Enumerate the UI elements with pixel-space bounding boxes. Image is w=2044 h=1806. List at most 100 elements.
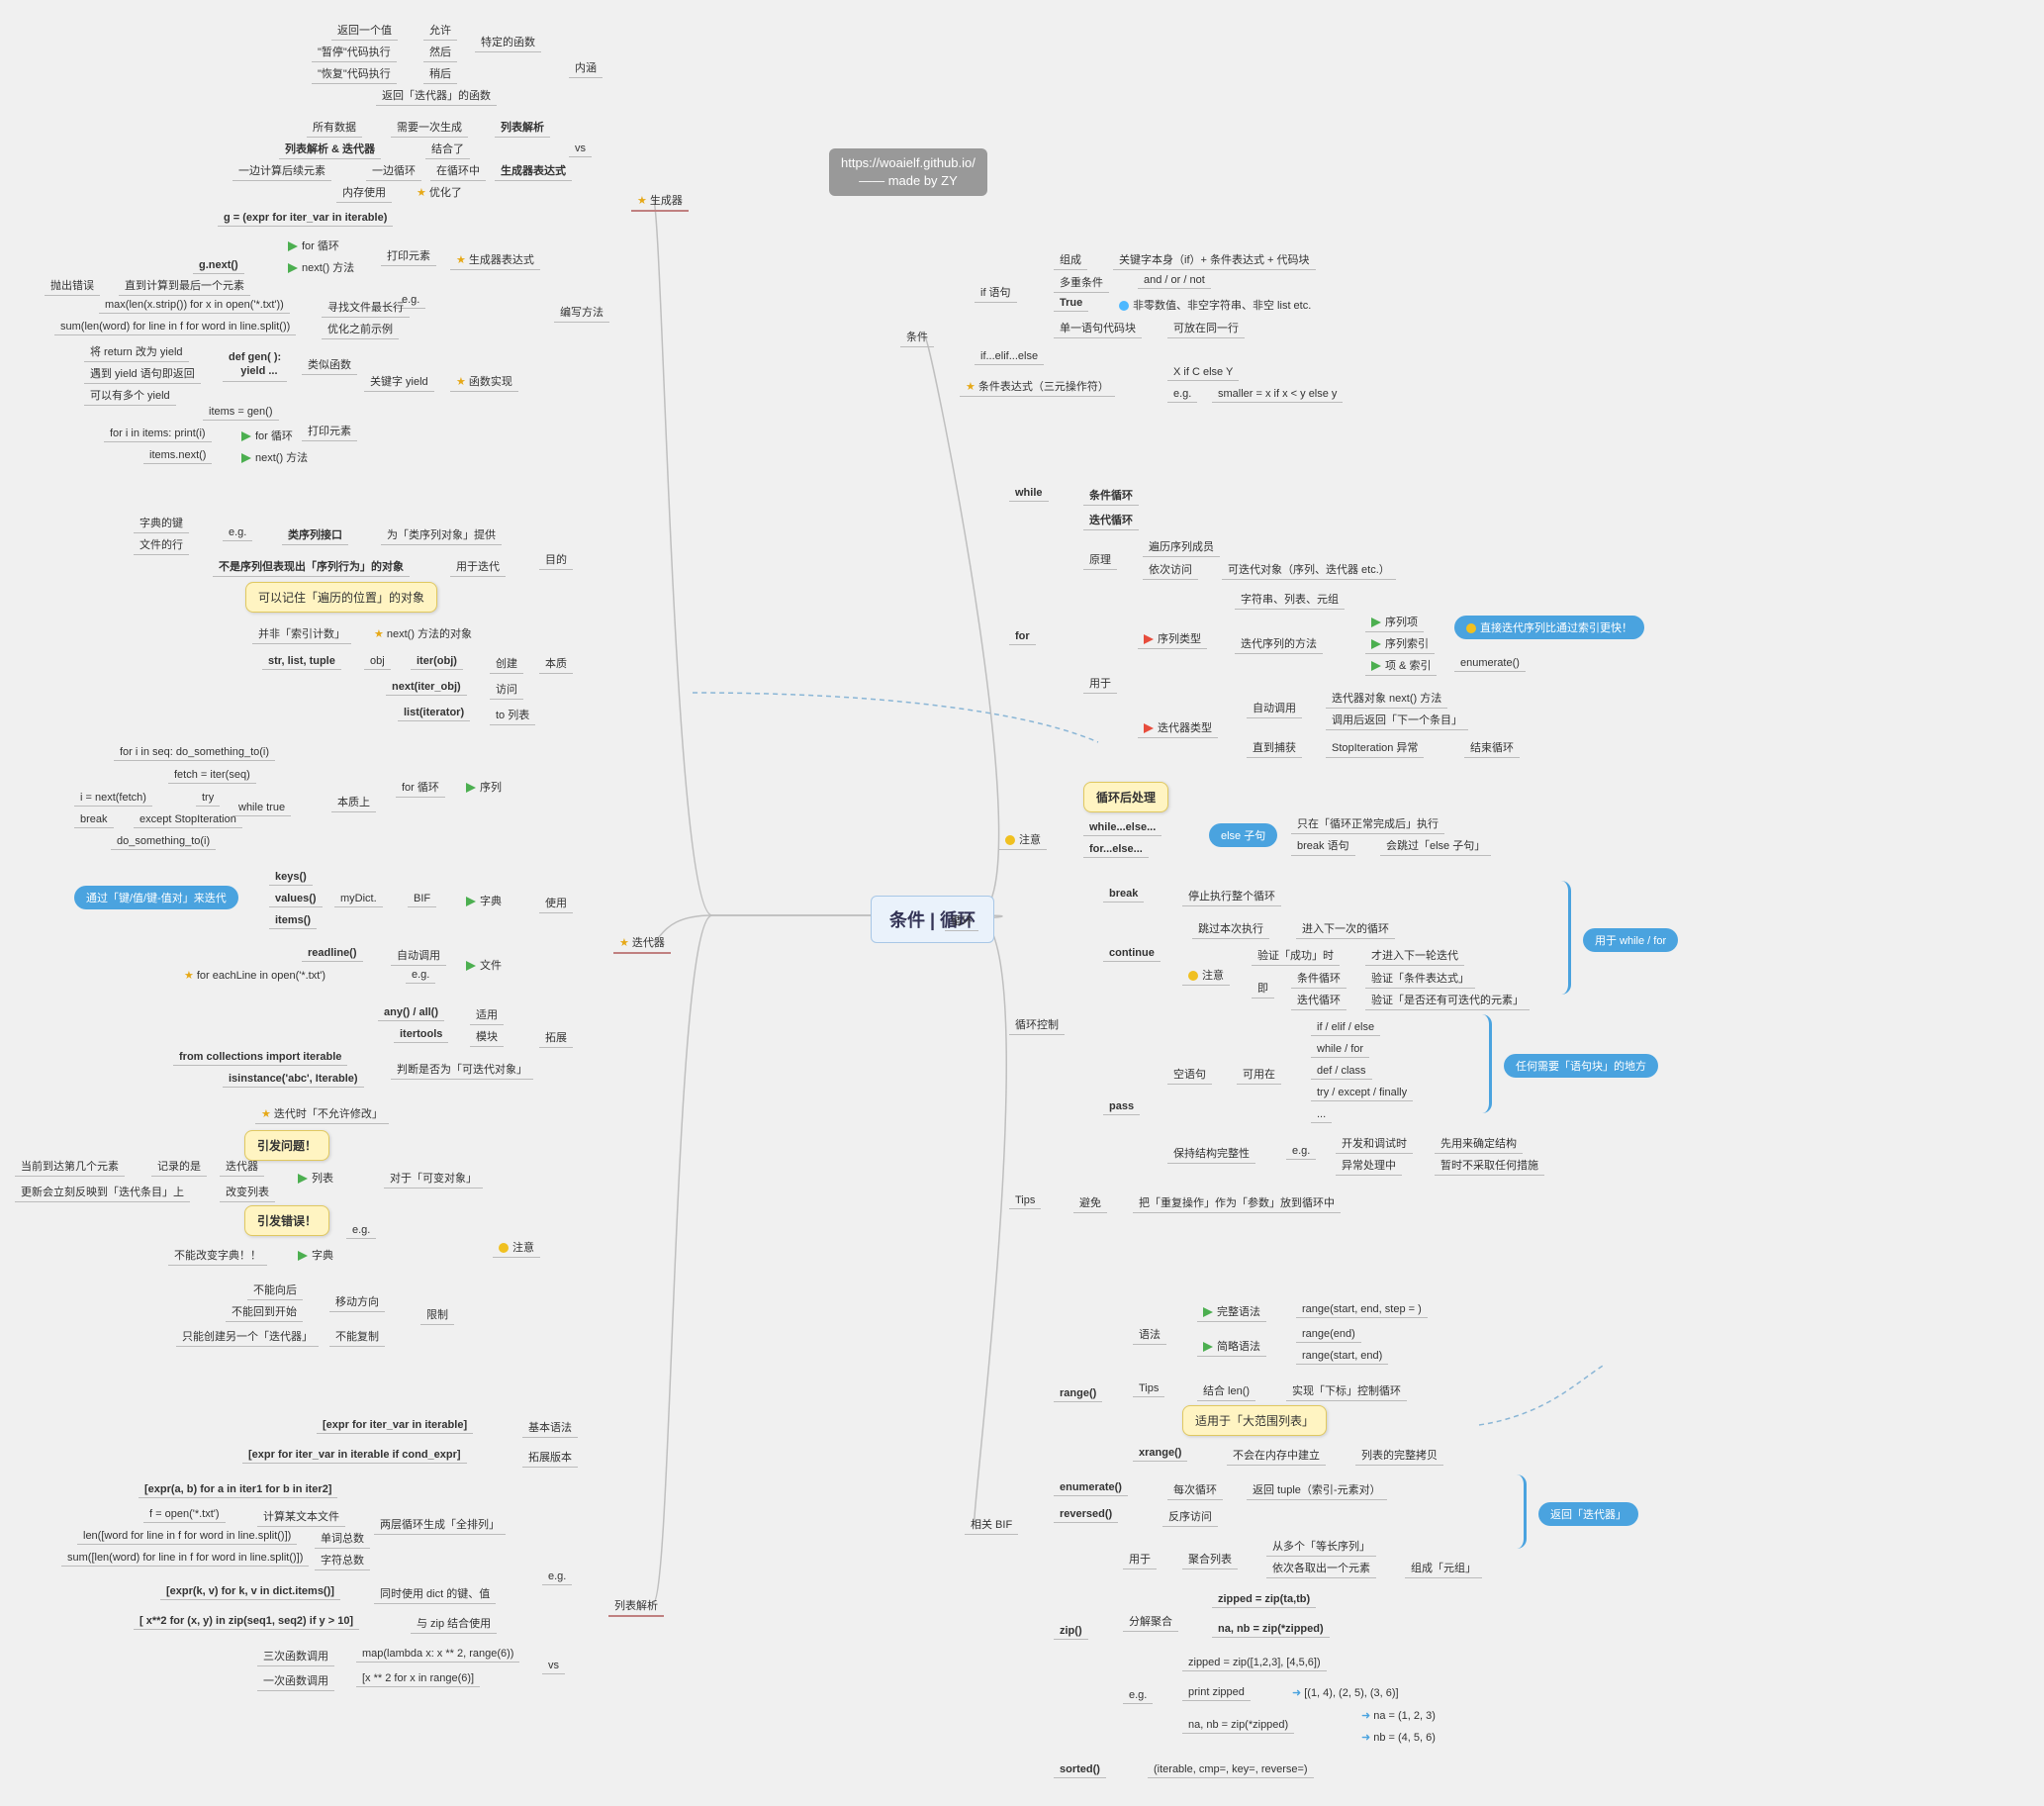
- node: 单一语句代码块: [1054, 318, 1142, 338]
- node: (iterable, cmp=, key=, reverse=): [1148, 1761, 1314, 1778]
- node: Tips: [1133, 1380, 1164, 1397]
- flag-icon: [1144, 634, 1154, 644]
- node: for i in seq: do_something_to(i): [114, 744, 275, 761]
- node: 字典: [292, 1245, 339, 1265]
- node: 移动方向: [329, 1291, 385, 1312]
- node: 一次函数调用: [257, 1670, 334, 1691]
- warn-icon: [1005, 835, 1015, 845]
- node: 适用: [470, 1004, 504, 1025]
- node: 结合了: [425, 139, 470, 159]
- node: 遇到 yield 语句即返回: [84, 363, 201, 384]
- star-icon: ★: [456, 376, 466, 388]
- credit-box: https://woaielf.github.io/—— made by ZY: [829, 148, 987, 196]
- bubble: 适用于「大范围列表」: [1182, 1405, 1327, 1436]
- node: 稍后: [423, 63, 457, 84]
- node: next() 方法: [235, 447, 314, 467]
- node: 列表解析: [495, 117, 550, 138]
- node: X if C else Y: [1167, 364, 1239, 381]
- node: for: [1009, 628, 1036, 645]
- info-icon: [1119, 301, 1129, 311]
- brace-icon: [1553, 881, 1571, 995]
- node: 迭代序列的方法: [1235, 633, 1323, 654]
- node: 列表解析 & 迭代器: [279, 139, 381, 159]
- arrow-icon: ➜: [1361, 1732, 1370, 1744]
- node: try / except / finally: [1311, 1085, 1413, 1101]
- node: iter(obj): [411, 653, 463, 670]
- node: 为「类序列对象」提供: [381, 524, 502, 545]
- node: 记录的是: [151, 1156, 207, 1177]
- node: while...else...: [1083, 819, 1161, 836]
- node: 寻找文件最长行: [322, 297, 410, 318]
- node: 序列: [460, 777, 508, 797]
- node: 字典的键: [134, 513, 189, 533]
- node: 验证「成功」时: [1252, 945, 1340, 966]
- node: g = (expr for iter_var in iterable): [218, 210, 393, 227]
- node: 会跳过「else 子句」: [1380, 835, 1491, 856]
- node: def gen( ): yield ...: [223, 348, 287, 382]
- warn-icon: [499, 1243, 509, 1253]
- flag-icon: [1371, 618, 1381, 627]
- branch-condition: 条件: [900, 327, 934, 347]
- star-icon: ★: [619, 937, 629, 949]
- node: readline(): [302, 945, 363, 962]
- node: 可放在同一行: [1167, 318, 1245, 338]
- node: 序列类型: [1138, 628, 1207, 649]
- node: 使用: [539, 893, 573, 913]
- node: ➜nb = (4, 5, 6): [1355, 1729, 1441, 1746]
- node: 生成器表达式: [495, 160, 572, 181]
- node: 目的: [539, 549, 573, 570]
- node: vs: [542, 1658, 565, 1674]
- node: except StopIteration: [134, 811, 242, 828]
- node: 基本语法: [522, 1417, 578, 1438]
- node: 列表: [292, 1168, 339, 1188]
- node: 注意: [493, 1237, 540, 1258]
- tip-tag: 直接迭代序列比通过索引更快！: [1454, 616, 1644, 639]
- node: ★next() 方法的对象: [368, 623, 478, 643]
- node: 拓展版本: [522, 1447, 578, 1468]
- node: [x ** 2 for x in range(6)]: [356, 1670, 480, 1687]
- node: ★for eachLine in open('*.txt'): [178, 967, 331, 984]
- node: 不是序列但表现出「序列行为」的对象: [213, 556, 410, 577]
- node: 内涵: [569, 57, 603, 78]
- node: itertools: [394, 1026, 448, 1043]
- node: 迭代器: [220, 1156, 264, 1177]
- node: 当前到达第几个元素: [15, 1156, 125, 1177]
- flag-icon: [1371, 661, 1381, 671]
- node: if 语句: [975, 282, 1017, 303]
- node: ...: [1311, 1106, 1332, 1123]
- node: 直到捕获: [1247, 737, 1302, 758]
- node: if...elif...else: [975, 348, 1044, 365]
- node: 不能复制: [329, 1326, 385, 1347]
- node: e.g.: [1123, 1687, 1153, 1704]
- flag-icon: [298, 1174, 308, 1184]
- node: ★优化了: [411, 182, 468, 202]
- node: 类似函数: [302, 354, 357, 375]
- node: ★函数实现: [450, 371, 518, 392]
- star-icon: ★: [417, 187, 426, 199]
- node: 实现「下标」控制循环: [1286, 1380, 1407, 1401]
- node: e.g.: [223, 524, 252, 541]
- node: [ x**2 for (x, y) in zip(seq1, seq2) if …: [134, 1613, 359, 1630]
- node: reversed(): [1054, 1506, 1118, 1523]
- node: sum([len(word) for line in f for word in…: [61, 1550, 309, 1567]
- node: sum(len(word) for line in f for word in …: [54, 319, 296, 335]
- node: zipped = zip(ta,tb): [1212, 1591, 1316, 1608]
- node: enumerate(): [1054, 1479, 1128, 1496]
- node: 先用来确定结构: [1435, 1133, 1523, 1154]
- node: while / for: [1311, 1041, 1369, 1058]
- node: 文件的行: [134, 534, 189, 555]
- branch-bif: 相关 BIF: [965, 1514, 1018, 1535]
- node: break: [74, 811, 114, 828]
- node: [expr(k, v) for k, v in dict.items()]: [160, 1583, 340, 1600]
- node: 序列项: [1365, 612, 1424, 632]
- node: 不能向后: [247, 1280, 303, 1300]
- node: 字符总数: [315, 1550, 370, 1570]
- star-icon: ★: [637, 195, 647, 207]
- flag-icon: [288, 241, 298, 251]
- node: 组成: [1054, 249, 1087, 270]
- node: 可用在: [1237, 1064, 1281, 1085]
- tag: 用于 while / for: [1583, 928, 1678, 952]
- star-icon: ★: [184, 970, 194, 982]
- node: 可以有多个 yield: [84, 385, 176, 406]
- node: 改变列表: [220, 1182, 275, 1202]
